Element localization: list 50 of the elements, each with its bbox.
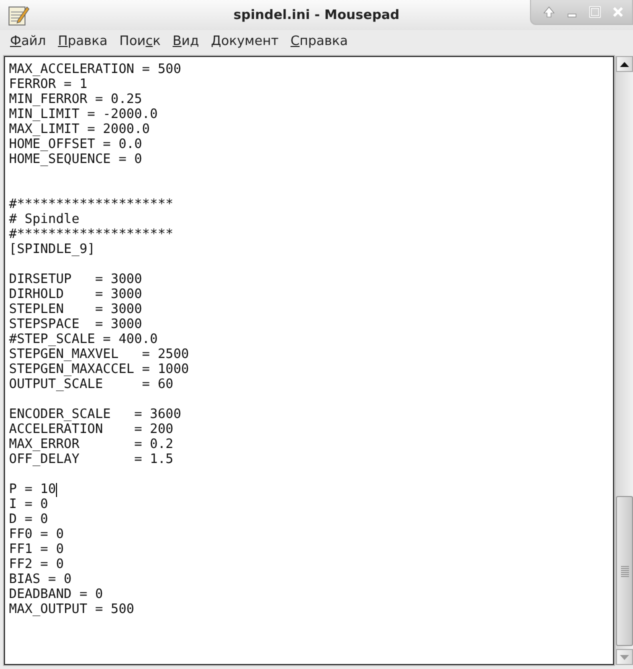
scroll-down-button[interactable]	[616, 649, 633, 665]
code-line: FF1 = 0	[9, 542, 64, 557]
code-line: MAX_LIMIT = 2000.0	[9, 122, 150, 137]
code-line: OUTPUT_SCALE = 60	[9, 377, 174, 392]
code-line: MAX_OUTPUT = 500	[9, 602, 134, 617]
code-line: #********************	[9, 227, 174, 242]
menu-item[interactable]: Поиск	[113, 34, 167, 48]
code-line: STEPGEN_MAXACCEL = 1000	[9, 362, 190, 377]
code-line: DIRHOLD = 3000	[9, 287, 142, 302]
code-line: MAX_ACCELERATION = 500	[9, 62, 182, 77]
close-icon[interactable]	[612, 6, 624, 18]
code-line: ACCELERATION = 200	[9, 422, 174, 437]
menu-item[interactable]: Файл	[4, 34, 52, 48]
up-arrow-icon	[620, 62, 629, 66]
menu-item[interactable]: Документ	[204, 34, 285, 48]
code-line: FERROR = 1	[9, 77, 88, 92]
code-line: HOME_OFFSET = 0.0	[9, 137, 142, 152]
menu-item[interactable]: Правка	[52, 34, 114, 48]
code-line: MIN_LIMIT = -2000.0	[9, 107, 158, 122]
code-line: #STEP_SCALE = 400.0	[9, 332, 158, 347]
text-editor[interactable]	[4, 56, 614, 665]
menu-item[interactable]: Вид	[166, 34, 205, 48]
scroll-up-button[interactable]	[616, 56, 633, 72]
code-line: P = 10	[9, 482, 56, 497]
up-arrow-icon[interactable]	[543, 6, 555, 18]
code-line: FF0 = 0	[9, 527, 64, 542]
grip-icon	[620, 566, 628, 576]
menu-item[interactable]: Справка	[284, 34, 354, 48]
code-line: STEPSPACE = 3000	[9, 317, 142, 332]
code-line: HOME_SEQUENCE = 0	[9, 152, 142, 167]
code-line: MIN_FERROR = 0.25	[9, 92, 142, 107]
code-line: STEPLEN = 3000	[9, 302, 142, 317]
code-line: DIRSETUP = 3000	[9, 272, 142, 287]
code-line: OFF_DELAY = 1.5	[9, 452, 174, 467]
down-arrow-icon	[620, 654, 629, 660]
code-line: BIAS = 0	[9, 572, 72, 587]
code-line: STEPGEN_MAXVEL = 2500	[9, 347, 190, 362]
code-line: DEADBAND = 0	[9, 587, 103, 602]
scrollbar[interactable]	[615, 56, 633, 665]
code-line: MAX_ERROR = 0.2	[9, 437, 174, 452]
code-line: ENCODER_SCALE = 3600	[9, 407, 182, 422]
scrollbar-thumb[interactable]	[616, 496, 633, 646]
window-title: spindel.ini - Mousepad	[234, 8, 400, 22]
code-line: #********************	[9, 197, 174, 212]
code-line: D = 0	[9, 512, 48, 527]
code-line: [SPINDLE_9]	[9, 242, 96, 257]
code-line: # Spindle	[9, 212, 80, 227]
code-line: I = 0	[9, 497, 48, 512]
code-line: FF2 = 0	[9, 557, 64, 572]
maximize-icon[interactable]	[589, 6, 601, 18]
